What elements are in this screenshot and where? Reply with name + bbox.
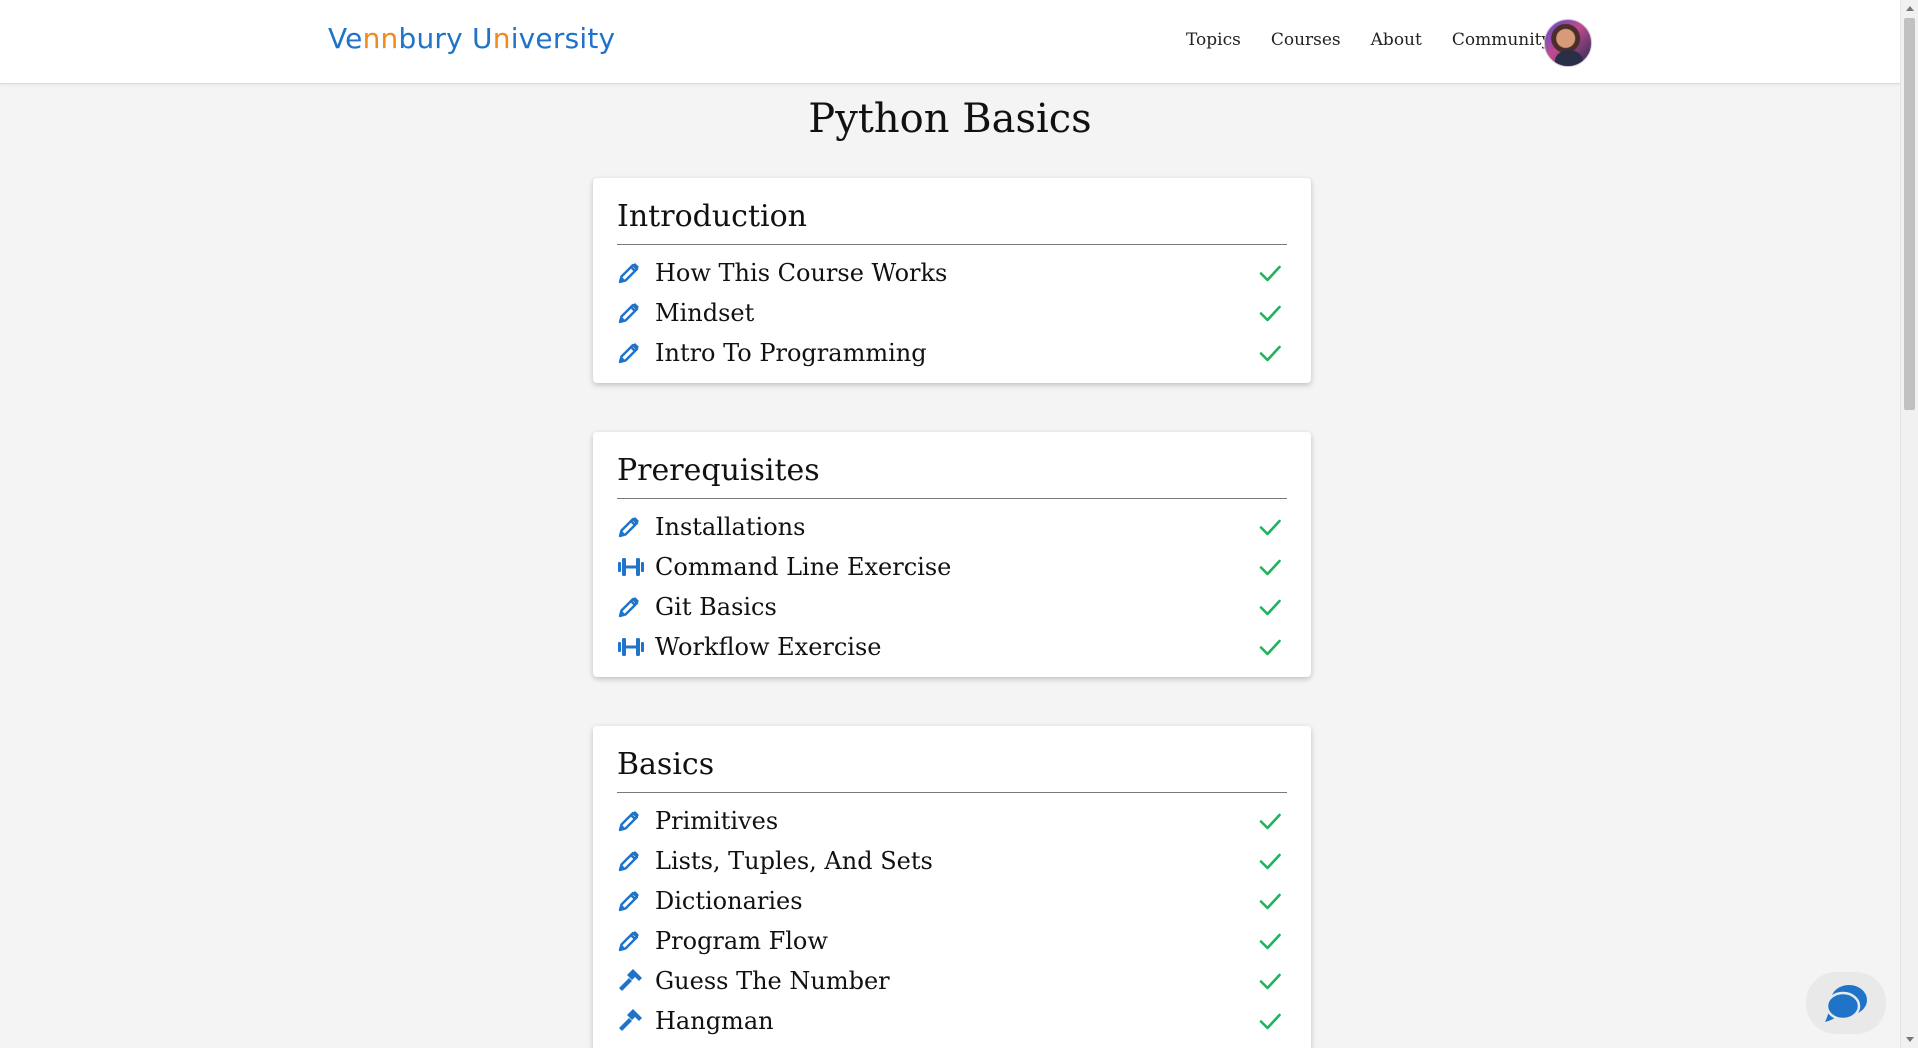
lesson-label: Primitives	[655, 806, 779, 835]
section-card-basics: Basics Primitives Lists, Tuples, And Sets…	[593, 726, 1311, 1048]
scrollbar-thumb[interactable]	[1904, 18, 1915, 410]
lesson-item[interactable]: Installations	[617, 507, 1287, 547]
checkmark-icon	[1257, 554, 1283, 580]
checkmark-icon	[1257, 594, 1283, 620]
section-title: Introduction	[617, 198, 1287, 245]
nav-topics-link[interactable]: Topics	[1186, 30, 1241, 50]
nav-about-link[interactable]: About	[1371, 30, 1422, 50]
lesson-label: Lists, Tuples, And Sets	[655, 846, 933, 875]
scroll-down-arrow-icon[interactable]	[1906, 1037, 1914, 1042]
checkmark-icon	[1257, 808, 1283, 834]
lesson-item[interactable]: Dictionaries	[617, 881, 1287, 921]
lesson-item[interactable]: Intro To Programming	[617, 333, 1287, 373]
lesson-item[interactable]: How This Course Works	[617, 253, 1287, 293]
lesson-label: Hangman	[655, 1006, 774, 1035]
checkmark-icon	[1257, 968, 1283, 994]
lesson-label: Workflow Exercise	[655, 632, 882, 661]
checkmark-icon	[1257, 848, 1283, 874]
site-logo[interactable]: Vennbury University	[328, 22, 615, 55]
checkmark-icon	[1257, 260, 1283, 286]
section-title: Basics	[617, 746, 1287, 793]
logo-text-part: n	[492, 22, 511, 55]
chat-button[interactable]	[1806, 972, 1886, 1034]
pencil-icon	[617, 848, 647, 874]
top-header: Vennbury University Topics Courses About…	[0, 0, 1900, 84]
pencil-icon	[617, 928, 647, 954]
logo-text-part: bury	[398, 22, 473, 55]
lesson-item[interactable]: Git Basics	[617, 587, 1287, 627]
chat-bubble-icon	[1825, 985, 1867, 1022]
page-scrollbar[interactable]	[1900, 0, 1918, 1048]
checkmark-icon	[1257, 928, 1283, 954]
lesson-label: Intro To Programming	[655, 338, 927, 367]
lesson-list: How This Course Works Mindset Intro To Pro…	[617, 253, 1287, 373]
logo-text-part: iversity	[510, 22, 616, 55]
logo-text-part: Ve	[328, 22, 363, 55]
checkmark-icon	[1257, 1008, 1283, 1034]
pencil-icon	[617, 888, 647, 914]
lesson-label: Dictionaries	[655, 886, 803, 915]
dumbbell-icon	[617, 554, 647, 580]
lesson-list: Primitives Lists, Tuples, And Sets Diction…	[617, 801, 1287, 1041]
pencil-icon	[617, 514, 647, 540]
lesson-label: Installations	[655, 512, 806, 541]
logo-text-part: U	[472, 22, 493, 55]
lesson-item[interactable]: Primitives	[617, 801, 1287, 841]
lesson-label: Guess The Number	[655, 966, 890, 995]
lesson-label: Git Basics	[655, 592, 777, 621]
hammer-icon	[617, 968, 647, 994]
lesson-label: Program Flow	[655, 926, 828, 955]
checkmark-icon	[1257, 300, 1283, 326]
pencil-icon	[617, 594, 647, 620]
dumbbell-icon	[617, 634, 647, 660]
pencil-icon	[617, 340, 647, 366]
nav-courses-link[interactable]: Courses	[1271, 30, 1341, 50]
logo-text-part: nn	[362, 22, 399, 55]
lesson-item[interactable]: Lists, Tuples, And Sets	[617, 841, 1287, 881]
user-avatar[interactable]	[1544, 19, 1592, 67]
lesson-item[interactable]: Program Flow	[617, 921, 1287, 961]
lesson-label: How This Course Works	[655, 258, 948, 287]
checkmark-icon	[1257, 514, 1283, 540]
section-card-prerequisites: Prerequisites Installations Command Line …	[593, 432, 1311, 677]
pencil-icon	[617, 808, 647, 834]
lesson-item[interactable]: Mindset	[617, 293, 1287, 333]
pencil-icon	[617, 260, 647, 286]
pencil-icon	[617, 300, 647, 326]
page-title: Python Basics	[808, 96, 1092, 142]
checkmark-icon	[1257, 888, 1283, 914]
checkmark-icon	[1257, 634, 1283, 660]
hammer-icon	[617, 1008, 647, 1034]
section-title: Prerequisites	[617, 452, 1287, 499]
lesson-label: Mindset	[655, 298, 755, 327]
lesson-item[interactable]: Command Line Exercise	[617, 547, 1287, 587]
lesson-item[interactable]: Guess The Number	[617, 961, 1287, 1001]
section-card-introduction: Introduction How This Course Works Mindse…	[593, 178, 1311, 383]
main-nav: Topics Courses About Community	[1186, 30, 1551, 50]
nav-community-link[interactable]: Community	[1452, 30, 1551, 50]
checkmark-icon	[1257, 340, 1283, 366]
lesson-list: Installations Command Line Exercise Git Ba…	[617, 507, 1287, 667]
lesson-item[interactable]: Workflow Exercise	[617, 627, 1287, 667]
scroll-up-arrow-icon[interactable]	[1906, 6, 1914, 11]
lesson-item[interactable]: Hangman	[617, 1001, 1287, 1041]
lesson-label: Command Line Exercise	[655, 552, 952, 581]
